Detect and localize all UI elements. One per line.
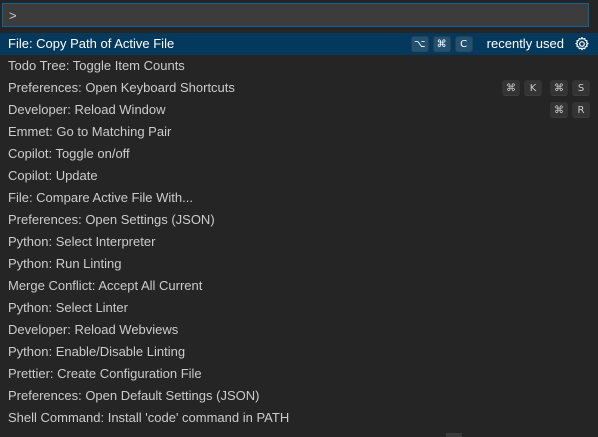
- command-item[interactable]: Python: Enable/Disable Linting: [0, 341, 598, 363]
- keybinding-chord: ⌘ S: [550, 80, 590, 96]
- recently-used-label: recently used: [486, 36, 564, 51]
- command-item[interactable]: File: Compare Active File With...: [0, 187, 598, 209]
- command-item[interactable]: Prettier: Create Configuration File: [0, 363, 598, 385]
- key-cap: K: [524, 80, 542, 96]
- gear-icon[interactable]: [574, 36, 590, 52]
- command-label: Developer: Reload Window: [8, 102, 166, 117]
- keybinding-chord: ⌘ R: [550, 102, 590, 118]
- command-label: Preferences: Open Keyboard Shortcuts: [8, 80, 235, 95]
- command-label: File: Copy Path of Active File: [8, 36, 175, 51]
- key-cap: ⌘: [432, 36, 451, 52]
- command-item[interactable]: Python: Run Linting: [0, 253, 598, 275]
- command-item[interactable]: Preferences: Open Keyboard Shortcuts ⌘ K ⌘ S: [0, 77, 598, 99]
- command-item[interactable]: Emmet: Go to Matching Pair: [0, 121, 598, 143]
- command-item[interactable]: Copilot: Update: [0, 165, 598, 187]
- keybinding-chord: ⌥ ⌘ C: [410, 36, 473, 52]
- command-label: Python: Run Linting: [8, 256, 122, 271]
- command-item[interactable]: Developer: Reload Webviews: [0, 319, 598, 341]
- command-input-container: [2, 3, 589, 27]
- keybinding-area: ⌥ ⌘ Crecently used: [407, 33, 590, 55]
- command-item[interactable]: Copilot: Toggle on/off: [0, 143, 598, 165]
- command-item[interactable]: Merge Conflict: Accept All Current: [0, 275, 598, 297]
- command-label: Preferences: Open Settings (JSON): [8, 212, 215, 227]
- key-cap: R: [572, 102, 590, 118]
- command-label: Copilot: Toggle on/off: [8, 146, 130, 161]
- key-cap: ⌘: [502, 80, 520, 96]
- scrollbar-thumb[interactable]: [446, 433, 462, 437]
- command-label: Python: Select Interpreter: [8, 234, 156, 249]
- keybinding-area: ⌘ K ⌘ S: [498, 77, 590, 99]
- command-label: Python: Enable/Disable Linting: [8, 344, 186, 359]
- command-label: File: Compare Active File With...: [8, 190, 193, 205]
- key-cap: S: [572, 80, 590, 96]
- command-label: Copilot: Update: [8, 168, 98, 183]
- command-label: Python: Select Linter: [8, 300, 128, 315]
- command-item[interactable]: Python: Select Linter: [0, 297, 598, 319]
- command-item[interactable]: Preferences: Open Default Settings (JSON…: [0, 385, 598, 407]
- command-label: Emmet: Go to Matching Pair: [8, 124, 172, 139]
- command-label: Developer: Reload Webviews: [8, 322, 179, 337]
- command-list: File: Copy Path of Active File ⌥ ⌘ Crecentl…: [0, 33, 598, 429]
- command-label: Prettier: Create Configuration File: [8, 366, 202, 381]
- command-label: Merge Conflict: Accept All Current: [8, 278, 203, 293]
- key-cap: C: [454, 36, 473, 52]
- key-cap: ⌥: [410, 36, 429, 52]
- key-cap: ⌘: [550, 102, 568, 118]
- command-item[interactable]: File: Copy Path of Active File ⌥ ⌘ Crecentl…: [0, 33, 598, 55]
- keybinding-chord: ⌘ K: [502, 80, 542, 96]
- command-item[interactable]: Preferences: Open Settings (JSON): [0, 209, 598, 231]
- command-label: Preferences: Open Default Settings (JSON…: [8, 388, 260, 403]
- key-cap: ⌘: [550, 80, 568, 96]
- command-item[interactable]: Shell Command: Install 'code' command in…: [0, 407, 598, 429]
- command-item[interactable]: Todo Tree: Toggle Item Counts: [0, 55, 598, 77]
- command-item[interactable]: Python: Select Interpreter: [0, 231, 598, 253]
- command-label: Todo Tree: Toggle Item Counts: [8, 58, 185, 73]
- command-label: Shell Command: Install 'code' command in…: [8, 410, 290, 425]
- command-item[interactable]: Developer: Reload Window ⌘ R: [0, 99, 598, 121]
- command-palette: File: Copy Path of Active File⌥⌘Crecentl…: [0, 0, 598, 437]
- keybinding-area: ⌘ R: [546, 99, 590, 121]
- command-input[interactable]: [3, 4, 588, 26]
